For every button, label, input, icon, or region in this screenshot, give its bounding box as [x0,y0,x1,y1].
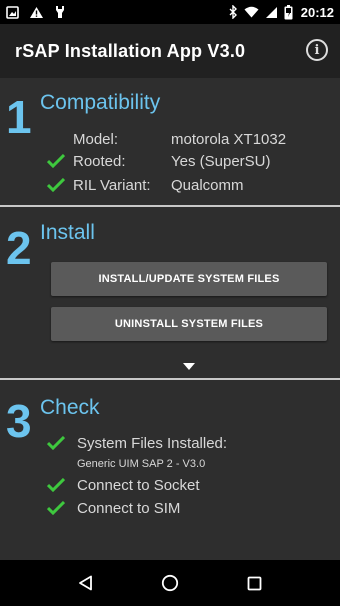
image-icon [6,5,19,19]
rooted-row: Rooted: Yes (SuperSU) [47,150,271,172]
app-title: rSAP Installation App V3.0 [15,40,246,61]
system-files-version: Generic UIM SAP 2 - V3.0 [77,458,206,470]
signal-icon [265,6,278,19]
install-update-button[interactable]: INSTALL/UPDATE SYSTEM FILES [51,262,327,296]
status-left [6,5,66,19]
ril-variant-label: RIL Variant: [73,176,151,194]
rooted-label: Rooted: [73,152,126,170]
clock: 20:12 [300,4,334,20]
back-icon[interactable] [78,575,94,591]
warning-icon [29,6,44,19]
checkmark-icon [47,434,77,452]
system-files-row: System Files Installed: [47,434,227,452]
step-number-3: 3 [6,395,32,447]
usb-icon [54,5,66,19]
battery-icon [284,4,293,20]
checkmark-icon [47,152,69,170]
connect-socket-label: Connect to Socket [77,476,200,494]
connect-socket-row: Connect to Socket [47,476,200,494]
uninstall-button[interactable]: UNINSTALL SYSTEM FILES [51,307,327,341]
check-title: Check [40,396,100,419]
status-right: 20:12 [229,4,334,20]
ril-variant-value: Qualcomm [171,176,244,194]
home-icon[interactable] [161,574,179,592]
model-label: Model: [73,130,119,148]
install-title: Install [40,221,95,244]
system-files-label: System Files Installed: [77,434,228,452]
app-bar: rSAP Installation App V3.0 i [0,24,340,78]
caret-down-icon[interactable] [183,357,195,375]
wifi-icon [244,6,259,18]
connect-sim-label: Connect to SIM [77,499,181,517]
checkmark-icon [47,176,69,194]
compatibility-title: Compatibility [40,91,161,114]
model-value: motorola XT1032 [171,130,287,148]
bluetooth-icon [229,5,238,19]
rooted-value: Yes (SuperSU) [171,152,271,170]
step-number-2: 2 [6,222,32,274]
divider [0,205,340,207]
model-row: Model: motorola XT1032 [47,128,286,150]
divider [0,378,340,380]
connect-sim-row: Connect to SIM [47,499,180,517]
step-number-1: 1 [6,91,32,143]
checkmark-icon [47,499,77,517]
info-icon[interactable]: i [306,39,328,61]
check-placeholder [47,130,69,148]
status-bar: 20:12 [0,0,340,24]
ril-variant-row: RIL Variant: Qualcomm [47,174,244,196]
checkmark-icon [47,476,77,494]
navigation-bar [0,560,340,606]
recents-icon[interactable] [247,576,262,591]
